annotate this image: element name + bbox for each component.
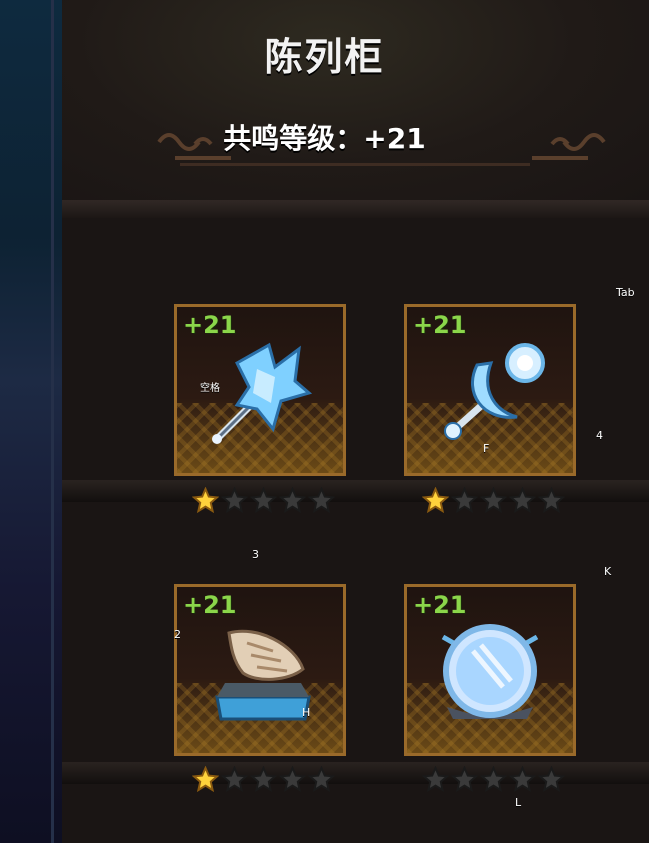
hint-f: F [483,442,490,455]
star-empty-icon [451,766,478,793]
card-level: +21 [183,311,237,339]
display-slot-3[interactable]: +21 [174,584,346,756]
star-empty-icon [480,487,507,514]
card-level: +21 [413,311,467,339]
star-empty-icon [221,487,248,514]
star-rating-2 [422,487,565,514]
hint-l: L [515,796,522,809]
hint-4: 4 [596,429,603,442]
star-empty-icon [509,487,536,514]
star-empty-icon [308,487,335,514]
hint-space: 空格 [200,383,220,394]
star-empty-icon [308,766,335,793]
star-rating-3 [192,766,335,793]
star-empty-icon [250,487,277,514]
star-filled-icon [192,766,219,793]
hint-k: K [604,565,612,578]
star-empty-icon [422,766,449,793]
star-empty-icon [509,766,536,793]
ornament-line [180,163,530,166]
star-empty-icon [451,487,478,514]
hint-h: H [302,706,311,719]
page-title: 陈列柜 [264,35,385,79]
hint-2: 2 [174,628,181,641]
star-filled-icon [422,487,449,514]
star-rating-1 [192,487,335,514]
card-level: +21 [413,591,467,619]
display-slot-2[interactable]: +21 [404,304,576,476]
star-empty-icon [538,766,565,793]
star-rating-4 [422,766,565,793]
resonance-level: 共鸣等级：+21 [223,122,426,155]
header-divider [62,200,649,218]
star-empty-icon [538,487,565,514]
star-empty-icon [279,487,306,514]
card-level: +21 [183,591,237,619]
display-slot-4[interactable]: +21 [404,584,576,756]
star-empty-icon [480,766,507,793]
star-empty-icon [221,766,248,793]
hint-tab: Tab [616,286,635,299]
star-empty-icon [250,766,277,793]
star-filled-icon [192,487,219,514]
star-empty-icon [279,766,306,793]
hint-3: 3 [252,548,259,561]
